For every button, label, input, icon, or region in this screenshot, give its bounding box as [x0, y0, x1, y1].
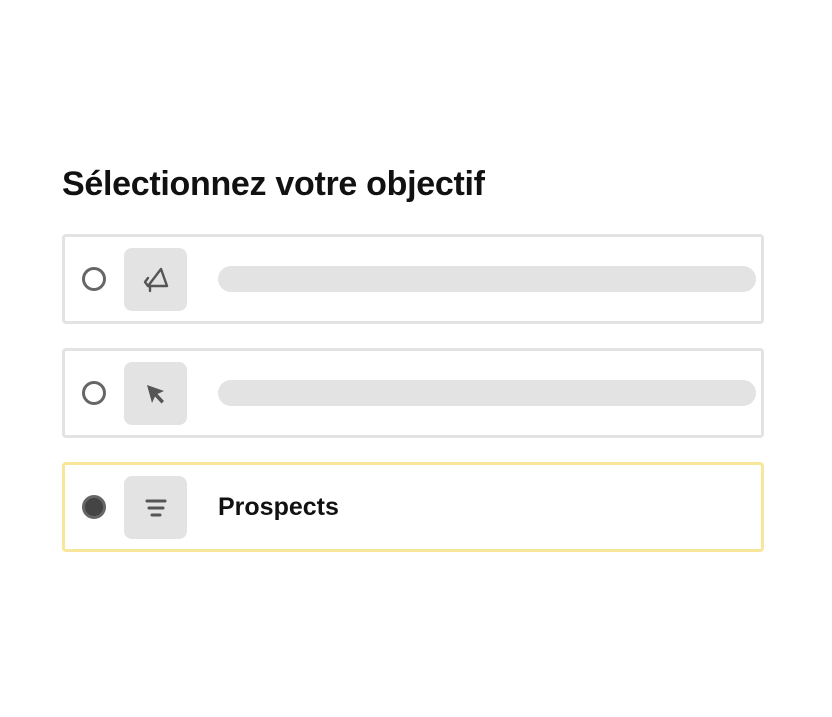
objective-option-cursor[interactable] [62, 348, 764, 438]
loading-label-placeholder [218, 266, 756, 292]
radio-button-selected[interactable] [82, 495, 106, 519]
page-title: Sélectionnez votre objectif [62, 165, 485, 203]
radio-button-unselected[interactable] [82, 267, 106, 291]
option-label-prospects: Prospects [218, 493, 339, 521]
cursor-arrow-icon [124, 362, 187, 425]
radio-button-unselected[interactable] [82, 381, 106, 405]
loading-label-placeholder [218, 380, 756, 406]
filter-lines-icon [124, 476, 187, 539]
objective-option-prospects[interactable]: Prospects [62, 462, 764, 552]
megaphone-icon [124, 248, 187, 311]
objective-option-megaphone[interactable] [62, 234, 764, 324]
